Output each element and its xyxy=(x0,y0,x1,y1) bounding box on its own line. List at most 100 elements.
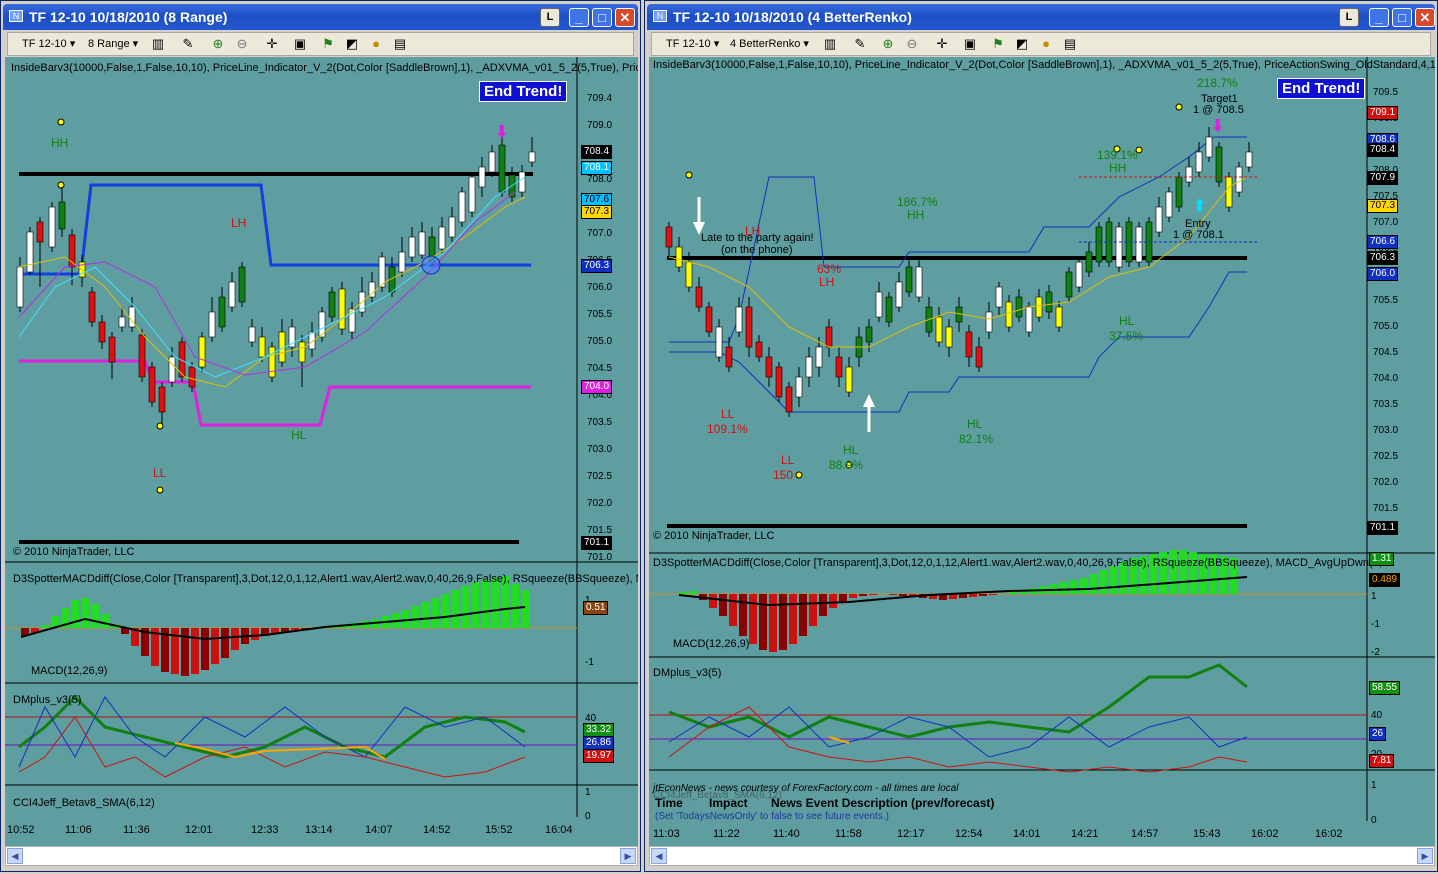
macd-tag-green: 1.31 xyxy=(1369,552,1395,566)
dm-tag-blue: 26 xyxy=(1369,727,1387,741)
title-bar[interactable]: N TF 12-10 10/18/2010 (4 BetterRenko) L … xyxy=(647,4,1435,30)
price-tag: 706.3 xyxy=(581,259,613,273)
time-axis-label: 16:02 xyxy=(1251,828,1279,840)
macd-bar xyxy=(1099,570,1107,594)
swing-label-lh-2: LH xyxy=(745,224,761,238)
candle-body xyxy=(208,311,216,338)
candle-body xyxy=(665,226,673,248)
horizontal-scrollbar[interactable]: ◀ ▶ xyxy=(649,846,1435,866)
time-axis-label: 11:22 xyxy=(713,828,740,840)
instrument-selector[interactable]: TF 12-10 ▾ xyxy=(666,36,719,52)
draw-tool-icon[interactable]: ✎ xyxy=(852,36,868,52)
chart-window-left[interactable]: N TF 12-10 10/18/2010 (8 Range) L _ □ ✕ … xyxy=(0,0,641,872)
strategy-icon[interactable]: ⚑ xyxy=(990,36,1006,52)
macd-bar xyxy=(769,594,777,652)
macd-bar xyxy=(231,628,239,650)
price-axis-label: 709.0 xyxy=(587,120,613,131)
price-axis-label: 701.5 xyxy=(587,525,613,536)
price-axis-label: 705.0 xyxy=(587,336,613,347)
zoom-in-icon[interactable]: ⊕ xyxy=(880,36,896,52)
chart-canvas-left[interactable]: ⬇ xyxy=(5,57,638,846)
candle-body xyxy=(328,291,336,318)
maximize-button[interactable]: □ xyxy=(592,8,612,27)
candle-body xyxy=(685,261,693,288)
zoom-out-icon[interactable]: ⊖ xyxy=(904,36,920,52)
macd-bar xyxy=(729,594,737,626)
scroll-right-button[interactable]: ▶ xyxy=(1417,848,1433,864)
candle-body xyxy=(965,331,973,358)
macd-bar xyxy=(451,590,459,628)
price-tag: 706.0 xyxy=(1367,267,1399,281)
properties-icon[interactable]: ▣ xyxy=(292,36,308,52)
instrument-selector[interactable]: TF 12-10 ▾ xyxy=(22,36,75,52)
scroll-left-button[interactable]: ◀ xyxy=(651,848,667,864)
close-button[interactable]: ✕ xyxy=(615,8,635,27)
candle-body xyxy=(118,316,126,328)
link-button[interactable]: L xyxy=(1339,8,1359,27)
indicator-string: InsideBarv3(10000,False,1,False,10,10), … xyxy=(653,59,1435,71)
properties-icon[interactable]: ▣ xyxy=(962,36,978,52)
minimize-button[interactable]: _ xyxy=(1369,8,1389,27)
price-axis-label: 705.0 xyxy=(1373,321,1399,332)
candle-body xyxy=(398,251,406,273)
swing-label-hl: HL xyxy=(843,443,859,457)
crosshair-icon[interactable]: ✛ xyxy=(934,36,950,52)
maximize-button[interactable]: □ xyxy=(1392,8,1412,27)
chart-panel-right[interactable]: ⬇ ⬆ InsideBarv3(10000,False,1,False,10,10… xyxy=(649,57,1435,846)
bars-type-icon[interactable]: ▥ xyxy=(822,36,838,52)
horizontal-scrollbar[interactable]: ◀ ▶ xyxy=(5,846,638,866)
chart-icon[interactable]: ◩ xyxy=(344,36,360,52)
scroll-right-button[interactable]: ▶ xyxy=(620,848,636,864)
price-tag: 704.0 xyxy=(581,380,613,394)
bars-type-icon[interactable]: ▥ xyxy=(150,36,166,52)
chart-canvas-right[interactable]: ⬇⬆ xyxy=(649,57,1435,846)
swing-label-hl-2: HL xyxy=(967,417,983,431)
order-icon[interactable]: ● xyxy=(368,36,384,52)
draw-tool-icon[interactable]: ✎ xyxy=(180,36,196,52)
strategy-icon[interactable]: ⚑ xyxy=(320,36,336,52)
cci-axis-1: 1 xyxy=(585,787,591,798)
link-button[interactable]: L xyxy=(540,8,560,27)
candle-body xyxy=(995,286,1003,308)
period-selector[interactable]: 4 BetterRenko ▾ xyxy=(730,36,809,52)
price-tag: 701.1 xyxy=(1367,521,1399,535)
pct-label-88: 88.9% xyxy=(829,458,864,472)
dm-tag-green: 58.55 xyxy=(1369,681,1401,695)
macd-bar xyxy=(481,580,489,628)
copyright-text: © 2010 NinjaTrader, LLC xyxy=(13,546,135,558)
chart-toolbar: TF 12-10 ▾ 4 BetterRenko ▾ ▥ ✎ ⊕ ⊖ ✛ ▣ ⚑… xyxy=(651,32,1431,56)
price-axis-label: 709.5 xyxy=(1373,87,1399,98)
minimize-button[interactable]: _ xyxy=(569,8,589,27)
chart-panel-left[interactable]: ⬇ InsideBarv3(10000,False,1,False,10,10)… xyxy=(5,57,638,846)
zoom-in-icon[interactable]: ⊕ xyxy=(210,36,226,52)
candle-body xyxy=(1005,301,1013,328)
period-selector[interactable]: 8 Range ▾ xyxy=(88,36,138,52)
candle-body xyxy=(985,311,993,333)
data-box-icon[interactable]: ▤ xyxy=(392,36,408,52)
price-axis-label: 707.0 xyxy=(587,228,613,239)
crosshair-icon[interactable]: ✛ xyxy=(264,36,280,52)
scroll-left-button[interactable]: ◀ xyxy=(7,848,23,864)
time-axis-label: 12:54 xyxy=(955,828,983,840)
macd-bar xyxy=(521,590,529,628)
candle-body xyxy=(1035,296,1043,318)
chart-icon[interactable]: ◩ xyxy=(1014,36,1030,52)
candle-body xyxy=(795,376,803,398)
title-bar[interactable]: N TF 12-10 10/18/2010 (8 Range) L _ □ ✕ xyxy=(3,4,638,30)
macd-bar xyxy=(789,594,797,644)
order-icon[interactable]: ● xyxy=(1038,36,1054,52)
zoom-out-icon[interactable]: ⊖ xyxy=(234,36,250,52)
macd-bar xyxy=(251,628,259,640)
candle-body xyxy=(715,326,723,358)
close-button[interactable]: ✕ xyxy=(1415,8,1435,27)
candle-body xyxy=(725,346,733,368)
swing-label-lh: LH xyxy=(231,216,247,230)
candle-body xyxy=(58,201,66,230)
candle-body xyxy=(498,144,506,193)
price-tag: 709.1 xyxy=(1367,106,1399,120)
end-trend-badge: End Trend! xyxy=(1277,78,1366,99)
time-axis-label: 15:52 xyxy=(485,824,513,836)
swing-label-hl-3: HL xyxy=(1119,314,1135,328)
data-box-icon[interactable]: ▤ xyxy=(1062,36,1078,52)
chart-window-right[interactable]: N TF 12-10 10/18/2010 (4 BetterRenko) L … xyxy=(644,0,1438,872)
